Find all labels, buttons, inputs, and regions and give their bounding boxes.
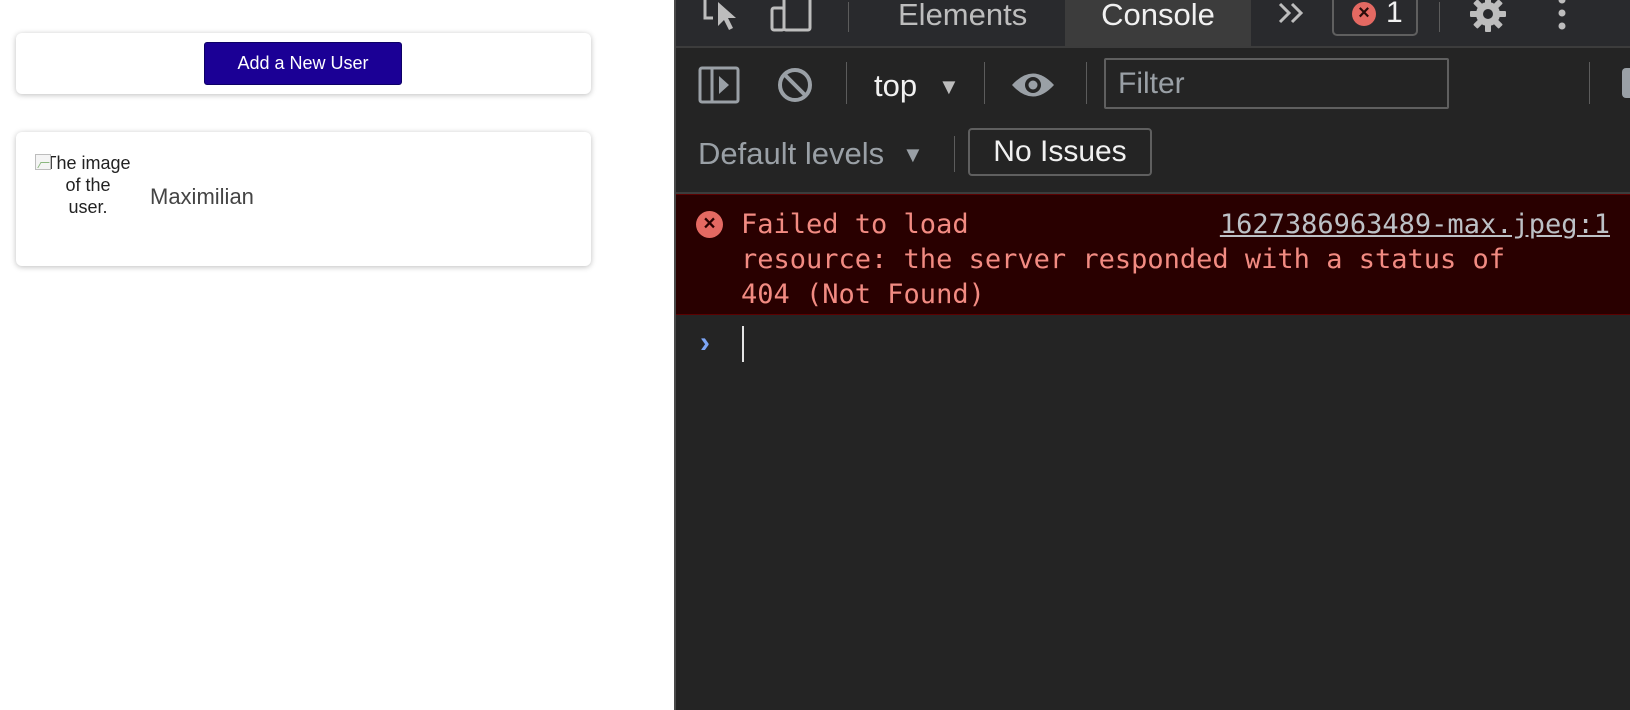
- add-new-user-button[interactable]: Add a New User: [204, 42, 402, 85]
- separator: [1086, 62, 1087, 104]
- error-icon: ×: [696, 211, 723, 238]
- console-prompt[interactable]: ›: [676, 322, 1630, 372]
- web-page: Add a New User The image of the user. Ma…: [0, 0, 674, 710]
- error-source-link[interactable]: 1627386963489-max.jpeg:1: [1220, 207, 1610, 242]
- error-count: 1: [1386, 0, 1403, 29]
- log-levels-dropdown[interactable]: Default levels: [698, 136, 884, 172]
- separator: [848, 2, 849, 32]
- console-toolbar: top ▼: [676, 48, 1630, 128]
- separator: [1589, 62, 1590, 104]
- show-sidebar-icon[interactable]: [698, 66, 740, 104]
- context-caret-icon: ▼: [938, 74, 960, 99]
- settings-gear-icon[interactable]: [1468, 0, 1508, 34]
- new-user-card: Add a New User: [16, 33, 591, 94]
- log-levels-caret-icon: ▼: [902, 142, 924, 167]
- error-count-badge[interactable]: × 1: [1332, 0, 1418, 36]
- context-selector[interactable]: top: [874, 68, 917, 104]
- issues-button[interactable]: No Issues: [968, 128, 1152, 176]
- separator: [984, 62, 985, 104]
- error-x-icon: ×: [1352, 2, 1376, 26]
- tab-console[interactable]: Console: [1065, 0, 1251, 46]
- devtools-tabbar: Elements Console × 1: [676, 0, 1630, 48]
- more-tabs-chevron-icon[interactable]: [1276, 0, 1308, 28]
- console-error-message: × Failed to load resource: the server re…: [676, 194, 1630, 315]
- user-image: The image of the user.: [35, 152, 131, 220]
- separator: [846, 62, 847, 104]
- live-expression-eye-icon[interactable]: [1010, 70, 1056, 100]
- console-settings-icon[interactable]: [1622, 68, 1630, 98]
- console-levels-bar: Default levels ▼ No Issues: [676, 128, 1630, 194]
- prompt-chevron-icon: ›: [700, 326, 710, 359]
- tab-elements[interactable]: Elements: [898, 0, 1027, 46]
- text-caret: [742, 326, 744, 362]
- separator: [954, 136, 955, 172]
- more-options-kebab-icon[interactable]: [1556, 0, 1568, 32]
- devtools-panel: Elements Console × 1 top ▼ Filter Defaul…: [674, 0, 1630, 710]
- broken-image-icon: [35, 154, 51, 170]
- filter-input[interactable]: [1104, 58, 1449, 109]
- user-card[interactable]: The image of the user. Maximilian: [16, 132, 591, 266]
- separator: [1439, 2, 1440, 32]
- user-name: Maximilian: [150, 184, 254, 209]
- inspect-element-icon[interactable]: [702, 0, 742, 32]
- device-toolbar-icon[interactable]: [770, 0, 814, 34]
- clear-console-icon[interactable]: [776, 66, 814, 104]
